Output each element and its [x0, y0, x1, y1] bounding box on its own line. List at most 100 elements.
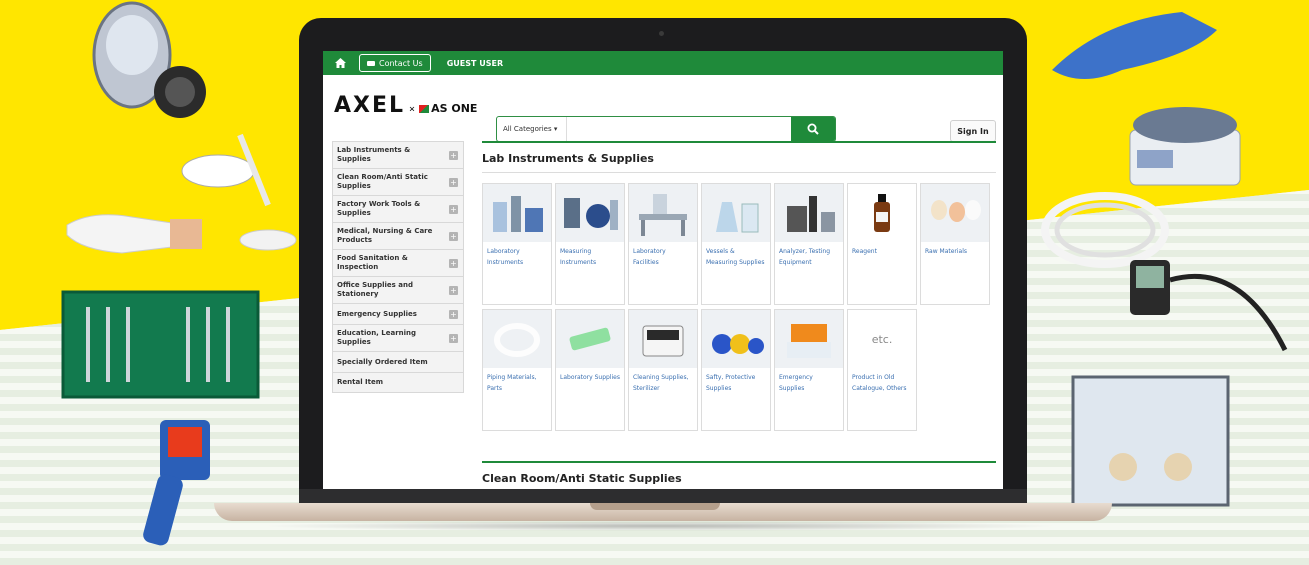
sidebar-item-education[interactable]: Education, Learning Supplies +	[332, 324, 464, 351]
section-rule	[482, 141, 996, 143]
guest-user-label: GUEST USER	[446, 58, 504, 68]
expand-plus-icon[interactable]: +	[449, 258, 458, 268]
contact-us-button[interactable]: Contact Us	[359, 54, 431, 72]
category-image	[775, 310, 843, 368]
category-label: Emergency Supplies	[779, 374, 813, 393]
category-label: Laboratory Instruments	[487, 248, 524, 267]
camera-dot	[659, 31, 664, 36]
etc-image: etc.	[848, 310, 916, 368]
search-icon	[807, 123, 819, 135]
sidebar-item-label: Education, Learning Supplies	[337, 329, 417, 346]
category-label: Analyzer, Testing Equipment	[779, 248, 831, 267]
category-label: Piping Materials, Parts	[487, 374, 537, 393]
tool-box-image	[61, 290, 260, 399]
laptop-notch	[590, 503, 720, 510]
gas-mask-image	[92, 1, 206, 118]
category-label: Cleaning Supplies, Sterilizer	[633, 374, 689, 393]
laptop-shadow	[260, 521, 1060, 531]
category-image	[921, 184, 989, 242]
category-card[interactable]: Raw Materials	[920, 183, 990, 305]
expand-plus-icon[interactable]: +	[449, 177, 458, 187]
category-image	[483, 184, 551, 242]
contact-us-label: Contact Us	[379, 58, 423, 68]
search-input[interactable]	[567, 117, 791, 141]
logo-asone: AS ONE	[419, 102, 477, 115]
search-button[interactable]	[791, 117, 835, 141]
home-icon	[334, 58, 346, 68]
category-image	[629, 310, 697, 368]
glove-box-image	[1071, 375, 1230, 507]
category-card[interactable]: Vessels & Measuring Supplies	[701, 183, 771, 305]
laptop-screen: Contact Us GUEST USER AXEL × AS ONE All …	[323, 51, 1003, 489]
section-title: Lab Instruments & Supplies	[482, 152, 654, 165]
category-card[interactable]: Laboratory Facilities	[628, 183, 698, 305]
category-card[interactable]: Laboratory Instruments	[482, 183, 552, 305]
expand-plus-icon[interactable]: +	[449, 309, 458, 319]
category-card[interactable]: Analyzer, Testing Equipment	[774, 183, 844, 305]
logo-axel: AXEL	[334, 93, 406, 118]
sidebar-item-label: Factory Work Tools & Supplies	[337, 200, 421, 217]
sidebar-item-rental[interactable]: Rental Item	[332, 372, 464, 393]
site-logo[interactable]: AXEL × AS ONE	[334, 93, 477, 118]
sidebar-item-emergency[interactable]: Emergency Supplies +	[332, 303, 464, 324]
sidebar-item-special-order[interactable]: Specially Ordered Item	[332, 351, 464, 372]
sidebar-item-office-supplies[interactable]: Office Supplies and Stationery +	[332, 276, 464, 303]
category-image	[848, 184, 916, 242]
expand-plus-icon[interactable]: +	[449, 204, 458, 214]
sidebar-item-food-sanitation[interactable]: Food Sanitation & Inspection +	[332, 249, 464, 276]
category-card[interactable]: Emergency Supplies	[774, 309, 844, 431]
sidebar-item-label: Specially Ordered Item	[337, 357, 428, 366]
category-card[interactable]: Measuring Instruments	[555, 183, 625, 305]
category-card[interactable]: Safty, Protective Supplies	[701, 309, 771, 431]
sidebar-item-medical[interactable]: Medical, Nursing & Care Products +	[332, 222, 464, 249]
inspection-scope-image	[1130, 260, 1288, 352]
section-title: Clean Room/Anti Static Supplies	[482, 472, 682, 485]
category-card[interactable]: Cleaning Supplies, Sterilizer	[628, 309, 698, 431]
sidebar-item-clean-room[interactable]: Clean Room/Anti Static Supplies +	[332, 168, 464, 195]
sidebar-item-label: Clean Room/Anti Static Supplies	[337, 173, 428, 190]
hotplate-stirrer-image	[1129, 107, 1241, 186]
sidebar-item-label: Emergency Supplies	[337, 309, 417, 318]
category-card[interactable]: Piping Materials, Parts	[482, 309, 552, 431]
category-select[interactable]: All Categories ▾	[497, 117, 567, 141]
sidebar-item-label: Medical, Nursing & Care Products	[337, 227, 433, 244]
category-label: Raw Materials	[925, 248, 968, 255]
home-button[interactable]	[329, 54, 351, 72]
category-card[interactable]: Laboratory Supplies	[555, 309, 625, 431]
site-header: AXEL × AS ONE All Categories ▾ Sign In	[323, 75, 1003, 142]
search-bar: All Categories ▾	[496, 116, 836, 142]
expand-plus-icon[interactable]: +	[449, 231, 458, 241]
top-bar: Contact Us GUEST USER	[323, 51, 1003, 75]
asone-mark-icon	[419, 104, 430, 113]
expand-plus-icon[interactable]: +	[449, 150, 458, 160]
glove-image	[66, 214, 202, 254]
category-label: Vessels & Measuring Supplies	[706, 248, 765, 267]
category-card[interactable]: Reagent	[847, 183, 917, 305]
category-image	[483, 310, 551, 368]
section-clean-room: Clean Room/Anti Static Supplies	[482, 461, 996, 489]
category-image	[556, 310, 624, 368]
sign-in-button[interactable]: Sign In	[950, 120, 996, 142]
expand-plus-icon[interactable]: +	[449, 333, 458, 343]
category-label: Reagent	[852, 248, 877, 255]
section-rule	[482, 461, 996, 463]
expand-plus-icon[interactable]: +	[449, 285, 458, 295]
category-grid: Laboratory Instruments Measuring Instrum…	[482, 183, 996, 435]
category-image	[702, 184, 770, 242]
sidebar-item-factory-tools[interactable]: Factory Work Tools & Supplies +	[332, 195, 464, 222]
sidebar-item-label: Office Supplies and Stationery	[337, 281, 414, 298]
main-content: Lab Instruments & Supplies Laboratory In…	[482, 141, 996, 435]
sidebar-item-label: Food Sanitation & Inspection	[337, 254, 408, 271]
category-image	[775, 184, 843, 242]
category-image	[556, 184, 624, 242]
category-label: Laboratory Facilities	[633, 248, 666, 267]
mail-icon	[367, 60, 375, 66]
category-label: Laboratory Supplies	[560, 374, 620, 381]
sidebar-item-label: Rental Item	[337, 378, 384, 387]
sidebar-item-lab-instruments[interactable]: Lab Instruments & Supplies +	[332, 141, 464, 168]
category-card[interactable]: etc. Product in Old Catalogue, Others	[847, 309, 917, 431]
thermal-camera-image	[143, 420, 210, 546]
section-divider	[482, 172, 996, 173]
category-label: Measuring Instruments	[560, 248, 597, 267]
category-label: Product in Old Catalogue, Others	[852, 374, 907, 393]
